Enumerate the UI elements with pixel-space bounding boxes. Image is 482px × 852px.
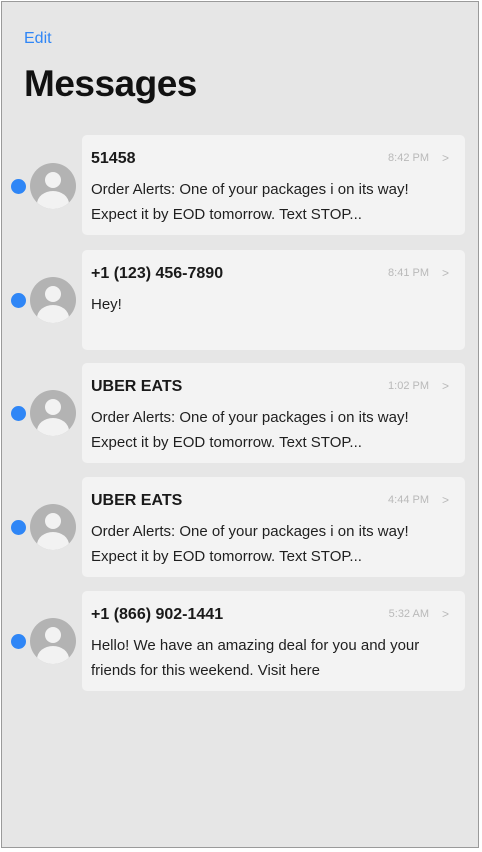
chevron-right-icon: > [441, 607, 449, 621]
message-preview: Order Alerts: One of your packages i on … [91, 523, 409, 565]
unread-dot-icon [11, 634, 26, 649]
avatar-body-shape [37, 532, 69, 550]
avatar-head-shape [45, 399, 61, 415]
conversation-card[interactable]: +1 (866) 902-1441 5:32 AM > Hello! We ha… [82, 591, 465, 691]
message-time: 8:41 PM [388, 267, 429, 279]
conversation-row[interactable]: +1 (123) 456-7890 8:41 PM > Hey! [2, 250, 478, 354]
conversation-row[interactable]: UBER EATS 1:02 PM > Order Alerts: One of… [2, 363, 478, 467]
sender-name: +1 (866) 902-1441 [91, 606, 224, 623]
chevron-right-icon: > [441, 493, 449, 507]
message-preview: Order Alerts: One of your packages i on … [91, 409, 409, 451]
unread-dot-icon [11, 520, 26, 535]
page-title: Messages [24, 63, 197, 104]
avatar-icon [30, 390, 76, 436]
avatar-icon [30, 277, 76, 323]
avatar-head-shape [45, 172, 61, 188]
sender-name: 51458 [91, 150, 136, 167]
avatar-body-shape [37, 418, 69, 436]
avatar-head-shape [45, 513, 61, 529]
chevron-right-icon: > [441, 151, 449, 165]
sender-name: UBER EATS [91, 492, 183, 509]
avatar-body-shape [37, 191, 69, 209]
message-time: 4:44 PM [388, 494, 429, 506]
unread-dot-icon [11, 406, 26, 421]
avatar-icon [30, 504, 76, 550]
avatar-head-shape [45, 286, 61, 302]
message-preview: Hey! [91, 296, 122, 313]
conversation-card[interactable]: UBER EATS 1:02 PM > Order Alerts: One of… [82, 363, 465, 463]
message-time: 5:32 AM [388, 608, 429, 620]
conversation-row[interactable]: UBER EATS 4:44 PM > Order Alerts: One of… [2, 477, 478, 581]
message-time: 1:02 PM [388, 380, 429, 392]
unread-dot-icon [11, 293, 26, 308]
edit-button[interactable]: Edit [24, 30, 52, 48]
conversation-row[interactable]: +1 (866) 902-1441 5:32 AM > Hello! We ha… [2, 591, 478, 695]
sender-name: UBER EATS [91, 378, 183, 395]
avatar-body-shape [37, 305, 69, 323]
avatar-head-shape [45, 627, 61, 643]
chevron-right-icon: > [441, 379, 449, 393]
conversation-card[interactable]: +1 (123) 456-7890 8:41 PM > Hey! [82, 250, 465, 350]
message-time: 8:42 PM [388, 152, 429, 164]
conversation-row[interactable]: 51458 8:42 PM > Order Alerts: One of you… [2, 135, 478, 239]
avatar-icon [30, 618, 76, 664]
avatar-body-shape [37, 646, 69, 664]
chevron-right-icon: > [441, 266, 449, 280]
avatar-icon [30, 163, 76, 209]
sender-name: +1 (123) 456-7890 [91, 265, 224, 282]
conversation-card[interactable]: 51458 8:42 PM > Order Alerts: One of you… [82, 135, 465, 235]
messages-screen: Edit Messages 51458 8:42 PM > Order Aler… [1, 1, 479, 848]
unread-dot-icon [11, 179, 26, 194]
conversation-card[interactable]: UBER EATS 4:44 PM > Order Alerts: One of… [82, 477, 465, 577]
message-preview: Order Alerts: One of your packages i on … [91, 181, 409, 223]
message-preview: Hello! We have an amazing deal for you a… [91, 637, 420, 679]
